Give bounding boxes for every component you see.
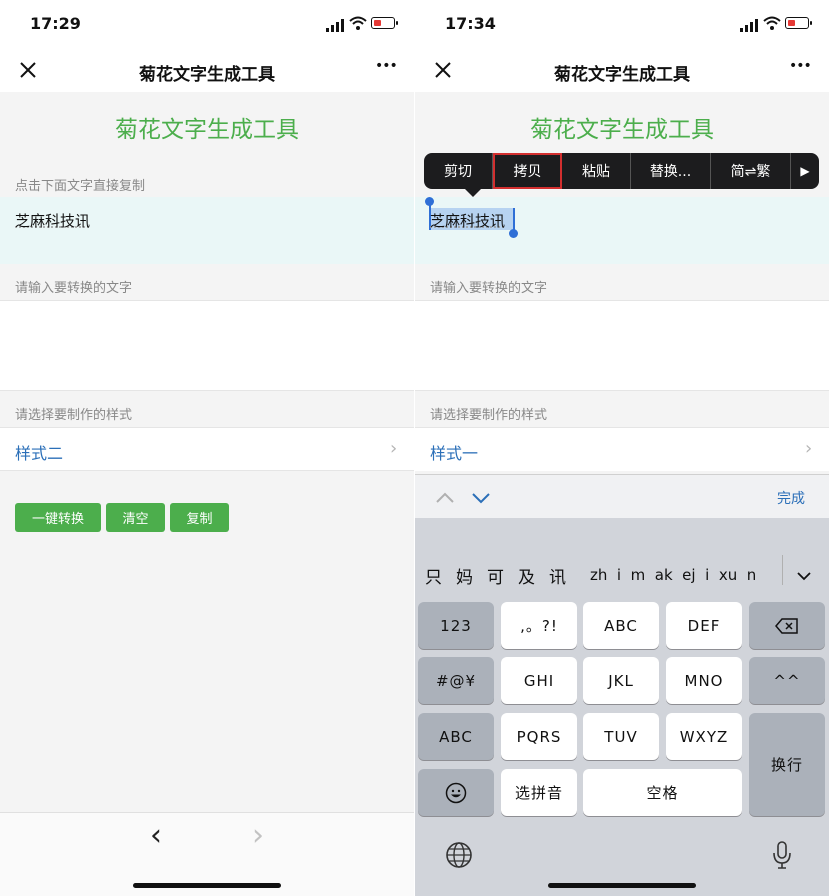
menu-item-convert[interactable]: 简⇌繁: [711, 153, 791, 189]
status-time: 17:29: [30, 14, 81, 33]
menu-item-cut[interactable]: 剪切: [424, 153, 493, 189]
candidate-word[interactable]: 只: [425, 563, 442, 588]
wifi-icon: [349, 15, 367, 34]
signal-icon: [326, 17, 346, 36]
context-menu-pointer: [465, 189, 481, 197]
candidate-word[interactable]: 及: [518, 563, 535, 588]
signal-icon: [740, 17, 760, 36]
menu-more-button[interactable]: ▶: [791, 153, 819, 189]
home-indicator: [133, 883, 281, 888]
wifi-icon: [763, 15, 781, 34]
key-abc[interactable]: ABC: [583, 602, 659, 649]
emoji-icon: [445, 782, 467, 803]
style-label: 请选择要制作的样式: [15, 408, 133, 423]
close-icon[interactable]: [434, 61, 452, 83]
input-label: 请输入要转换的文字: [15, 281, 133, 296]
backspace-icon: [775, 617, 798, 634]
more-icon[interactable]: •••: [789, 58, 812, 74]
status-time: 17:34: [445, 14, 496, 33]
battery-icon: [371, 17, 398, 29]
forward-button[interactable]: ›: [252, 818, 264, 853]
key-tuv[interactable]: TUV: [583, 713, 659, 760]
left-screen: 17:29 菊花文字生成工具 ••• 菊花文字生成工具 点击下面文字直接复制 芝…: [0, 0, 414, 896]
more-icon[interactable]: •••: [375, 58, 398, 74]
convert-button[interactable]: 一键转换: [15, 503, 101, 532]
chevron-up-icon[interactable]: [435, 489, 455, 508]
globe-icon[interactable]: [445, 841, 473, 873]
key-123[interactable]: 123: [418, 602, 494, 649]
style-value: 样式一: [430, 444, 479, 463]
key-jkl[interactable]: JKL: [583, 657, 659, 704]
close-icon[interactable]: [19, 61, 37, 83]
emoji-key[interactable]: [418, 769, 494, 816]
key-ghi[interactable]: GHI: [501, 657, 577, 704]
key-mno[interactable]: MNO: [666, 657, 742, 704]
chevron-down-icon[interactable]: [471, 489, 491, 508]
candidate-word[interactable]: 妈: [456, 563, 473, 588]
menu-item-copy[interactable]: 拷贝: [493, 153, 562, 189]
space-key[interactable]: 空格: [583, 769, 742, 816]
nav-title: 菊花文字生成工具: [554, 65, 690, 85]
result-text[interactable]: 芝麻科技讯: [430, 210, 505, 231]
banner-title: 菊花文字生成工具: [530, 117, 714, 143]
candidate-bar: 只 妈 可 及 讯: [425, 563, 566, 588]
home-indicator: [548, 883, 696, 888]
key-abc-mode[interactable]: ABC: [418, 713, 494, 760]
key-punctuation[interactable]: ,。?!: [501, 602, 577, 649]
result-label: 点击下面文字直接复制: [15, 179, 146, 194]
battery-icon: [785, 17, 812, 29]
microphone-icon[interactable]: [772, 840, 792, 874]
banner-title: 菊花文字生成工具: [115, 117, 299, 143]
backspace-key[interactable]: [749, 602, 825, 649]
key-select-pinyin[interactable]: 选拼音: [501, 769, 577, 816]
pinyin-composition: zh i m ak ej i xu n: [590, 566, 757, 584]
back-button[interactable]: ‹: [150, 818, 162, 853]
chevron-right-icon: ›: [805, 438, 813, 459]
menu-item-replace[interactable]: 替换...: [631, 153, 711, 189]
key-def[interactable]: DEF: [666, 602, 742, 649]
text-input[interactable]: [415, 300, 829, 391]
chevron-right-icon: ›: [390, 438, 398, 459]
result-text[interactable]: 芝麻科技讯: [15, 210, 90, 231]
candidate-word[interactable]: 可: [487, 563, 504, 588]
candidate-word[interactable]: 讯: [549, 563, 566, 588]
text-input[interactable]: [0, 300, 414, 391]
style-value: 样式二: [15, 444, 64, 463]
copy-button[interactable]: 复制: [170, 503, 229, 532]
done-button[interactable]: 完成: [777, 488, 805, 508]
menu-item-paste[interactable]: 粘贴: [562, 153, 631, 189]
candidate-divider: [782, 555, 783, 585]
key-wxyz[interactable]: WXYZ: [666, 713, 742, 760]
input-label: 请输入要转换的文字: [430, 281, 548, 296]
return-key[interactable]: 换行: [749, 713, 825, 816]
style-label: 请选择要制作的样式: [430, 408, 548, 423]
right-screen: 17:34 菊花文字生成工具 ••• 菊花文字生成工具 剪切 拷贝 粘贴 替换.…: [415, 0, 829, 896]
selection-handle-end[interactable]: [509, 229, 518, 238]
key-pqrs[interactable]: PQRS: [501, 713, 577, 760]
expand-candidates-icon[interactable]: [796, 566, 812, 585]
context-menu: 剪切 拷贝 粘贴 替换... 简⇌繁 ▶: [424, 153, 819, 189]
key-emoticon[interactable]: ^^: [749, 657, 825, 704]
nav-title: 菊花文字生成工具: [139, 65, 275, 85]
clear-button[interactable]: 清空: [106, 503, 165, 532]
key-symbols[interactable]: #@¥: [418, 657, 494, 704]
